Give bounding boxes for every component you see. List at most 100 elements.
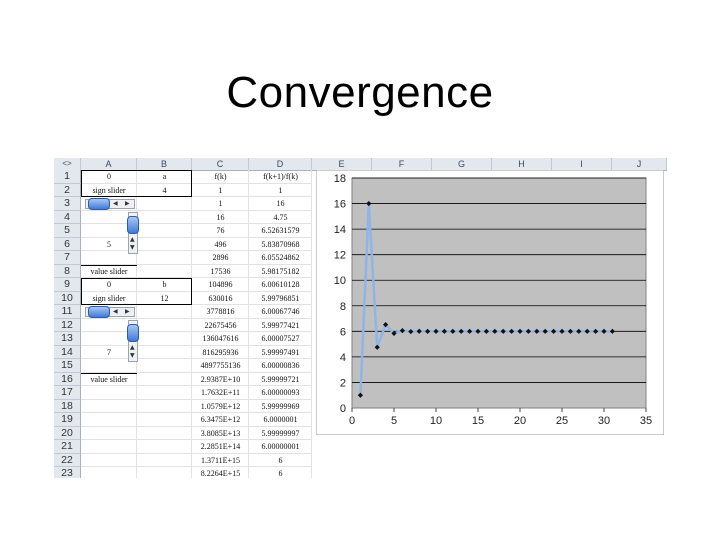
- grid-cell[interactable]: [81, 426, 137, 440]
- cell-d21[interactable]: 6.00000001: [249, 440, 312, 454]
- row-header-23[interactable]: 23: [54, 467, 81, 478]
- cell-c16[interactable]: 2.9387E+10: [192, 373, 249, 387]
- column-header-c[interactable]: C: [192, 158, 249, 170]
- cell-c9[interactable]: 104896: [192, 278, 249, 292]
- column-header-g[interactable]: G: [432, 158, 492, 170]
- down-arrow-icon[interactable]: ▼: [130, 352, 135, 360]
- grid-cell[interactable]: [137, 467, 192, 478]
- grid-cell[interactable]: [137, 210, 192, 224]
- grid-cell[interactable]: [137, 386, 192, 400]
- cell-c15[interactable]: 4897755136: [192, 359, 249, 373]
- grid-cell[interactable]: [137, 426, 192, 440]
- cell-c8[interactable]: 17536: [192, 265, 249, 279]
- row-header-22[interactable]: 22: [54, 453, 81, 467]
- cell-d22[interactable]: 6: [249, 454, 312, 468]
- column-header-h[interactable]: H: [492, 158, 552, 170]
- cell-c6[interactable]: 496: [192, 238, 249, 252]
- row-header-14[interactable]: 14: [54, 345, 81, 359]
- row-header-16[interactable]: 16: [54, 372, 81, 386]
- column-header-i[interactable]: I: [552, 158, 612, 170]
- cell-d3[interactable]: 16: [249, 197, 312, 211]
- sheet-corner-button[interactable]: <>: [54, 158, 81, 170]
- cell-c18[interactable]: 1.0579E+12: [192, 400, 249, 414]
- row-header-17[interactable]: 17: [54, 386, 81, 400]
- grid-cell[interactable]: [137, 197, 192, 211]
- cell-d7[interactable]: 6.05524862: [249, 251, 312, 265]
- cell-c20[interactable]: 3.8085E+13: [192, 427, 249, 441]
- row-header-6[interactable]: 6: [54, 237, 81, 251]
- cell-d17[interactable]: 6.00000093: [249, 386, 312, 400]
- row-header-20[interactable]: 20: [54, 426, 81, 440]
- cell-a8[interactable]: value slider: [81, 265, 137, 279]
- cell-c1[interactable]: f(k): [192, 170, 249, 184]
- column-header-f[interactable]: F: [372, 158, 432, 170]
- grid-cell[interactable]: [81, 399, 137, 413]
- up-arrow-icon[interactable]: ▲: [130, 236, 135, 244]
- grid-cell[interactable]: [81, 467, 137, 478]
- left-arrow-icon[interactable]: ◀: [113, 200, 118, 208]
- cell-a9[interactable]: 0: [81, 278, 137, 292]
- grid-cell[interactable]: [81, 386, 137, 400]
- row-header-2[interactable]: 2: [54, 183, 81, 197]
- up-arrow-icon[interactable]: ▲: [130, 344, 135, 352]
- scrollbar-thumb[interactable]: [127, 323, 139, 342]
- row-header-13[interactable]: 13: [54, 332, 81, 346]
- cell-d11[interactable]: 6.00067746: [249, 305, 312, 319]
- row-header-15[interactable]: 15: [54, 359, 81, 373]
- scrollbar-thumb[interactable]: [127, 215, 139, 234]
- cell-d9[interactable]: 6.00610128: [249, 278, 312, 292]
- cell-b10[interactable]: 12: [137, 292, 192, 306]
- cell-c3[interactable]: 1: [192, 197, 249, 211]
- cell-c11[interactable]: 3778816: [192, 305, 249, 319]
- row-header-9[interactable]: 9: [54, 278, 81, 292]
- cell-c14[interactable]: 816295936: [192, 346, 249, 360]
- down-arrow-icon[interactable]: ▼: [130, 244, 135, 252]
- row-header-11[interactable]: 11: [54, 305, 81, 319]
- cell-b2[interactable]: 4: [137, 184, 192, 198]
- cell-c5[interactable]: 76: [192, 224, 249, 238]
- right-arrow-icon[interactable]: ▶: [125, 200, 130, 208]
- cell-d1[interactable]: f(k+1)/f(k): [249, 170, 312, 184]
- grid-cell[interactable]: [137, 305, 192, 319]
- row-header-7[interactable]: 7: [54, 251, 81, 265]
- row-header-1[interactable]: 1: [54, 170, 81, 184]
- right-arrow-icon[interactable]: ▶: [125, 308, 130, 316]
- grid-cell[interactable]: [137, 413, 192, 427]
- cell-d18[interactable]: 5.99999969: [249, 400, 312, 414]
- cell-c7[interactable]: 2896: [192, 251, 249, 265]
- cell-c22[interactable]: 1.3711E+15: [192, 454, 249, 468]
- row-header-10[interactable]: 10: [54, 291, 81, 305]
- cell-a1[interactable]: 0: [81, 170, 137, 184]
- row-header-19[interactable]: 19: [54, 413, 81, 427]
- cell-c19[interactable]: 6.3475E+12: [192, 413, 249, 427]
- grid-cell[interactable]: [137, 264, 192, 278]
- grid-cell[interactable]: [137, 359, 192, 373]
- column-header-d[interactable]: D: [249, 158, 312, 170]
- grid-cell[interactable]: [137, 237, 192, 251]
- cell-c2[interactable]: 1: [192, 184, 249, 198]
- cell-c12[interactable]: 22675456: [192, 319, 249, 333]
- cell-b9[interactable]: b: [137, 278, 192, 292]
- cell-d12[interactable]: 5.99977421: [249, 319, 312, 333]
- grid-cell[interactable]: [137, 224, 192, 238]
- cell-d4[interactable]: 4.75: [249, 211, 312, 225]
- grid-cell[interactable]: [81, 413, 137, 427]
- grid-cell[interactable]: [137, 345, 192, 359]
- cell-c23[interactable]: 8.2264E+15: [192, 467, 249, 478]
- cell-d6[interactable]: 5.83870968: [249, 238, 312, 252]
- cell-c13[interactable]: 136047616: [192, 332, 249, 346]
- row-header-12[interactable]: 12: [54, 318, 81, 332]
- grid-cell[interactable]: [81, 453, 137, 467]
- cell-d16[interactable]: 5.99999721: [249, 373, 312, 387]
- cell-d2[interactable]: 1: [249, 184, 312, 198]
- cell-d8[interactable]: 5.98175182: [249, 265, 312, 279]
- cell-d10[interactable]: 5.99796851: [249, 292, 312, 306]
- row-header-3[interactable]: 3: [54, 197, 81, 211]
- grid-cell[interactable]: [137, 440, 192, 454]
- row-header-18[interactable]: 18: [54, 399, 81, 413]
- cell-c17[interactable]: 1.7632E+11: [192, 386, 249, 400]
- column-header-j[interactable]: J: [612, 158, 667, 170]
- value-slider-b-scrollbar[interactable]: ▲ ▼: [127, 319, 139, 362]
- grid-cell[interactable]: [137, 372, 192, 386]
- row-header-5[interactable]: 5: [54, 224, 81, 238]
